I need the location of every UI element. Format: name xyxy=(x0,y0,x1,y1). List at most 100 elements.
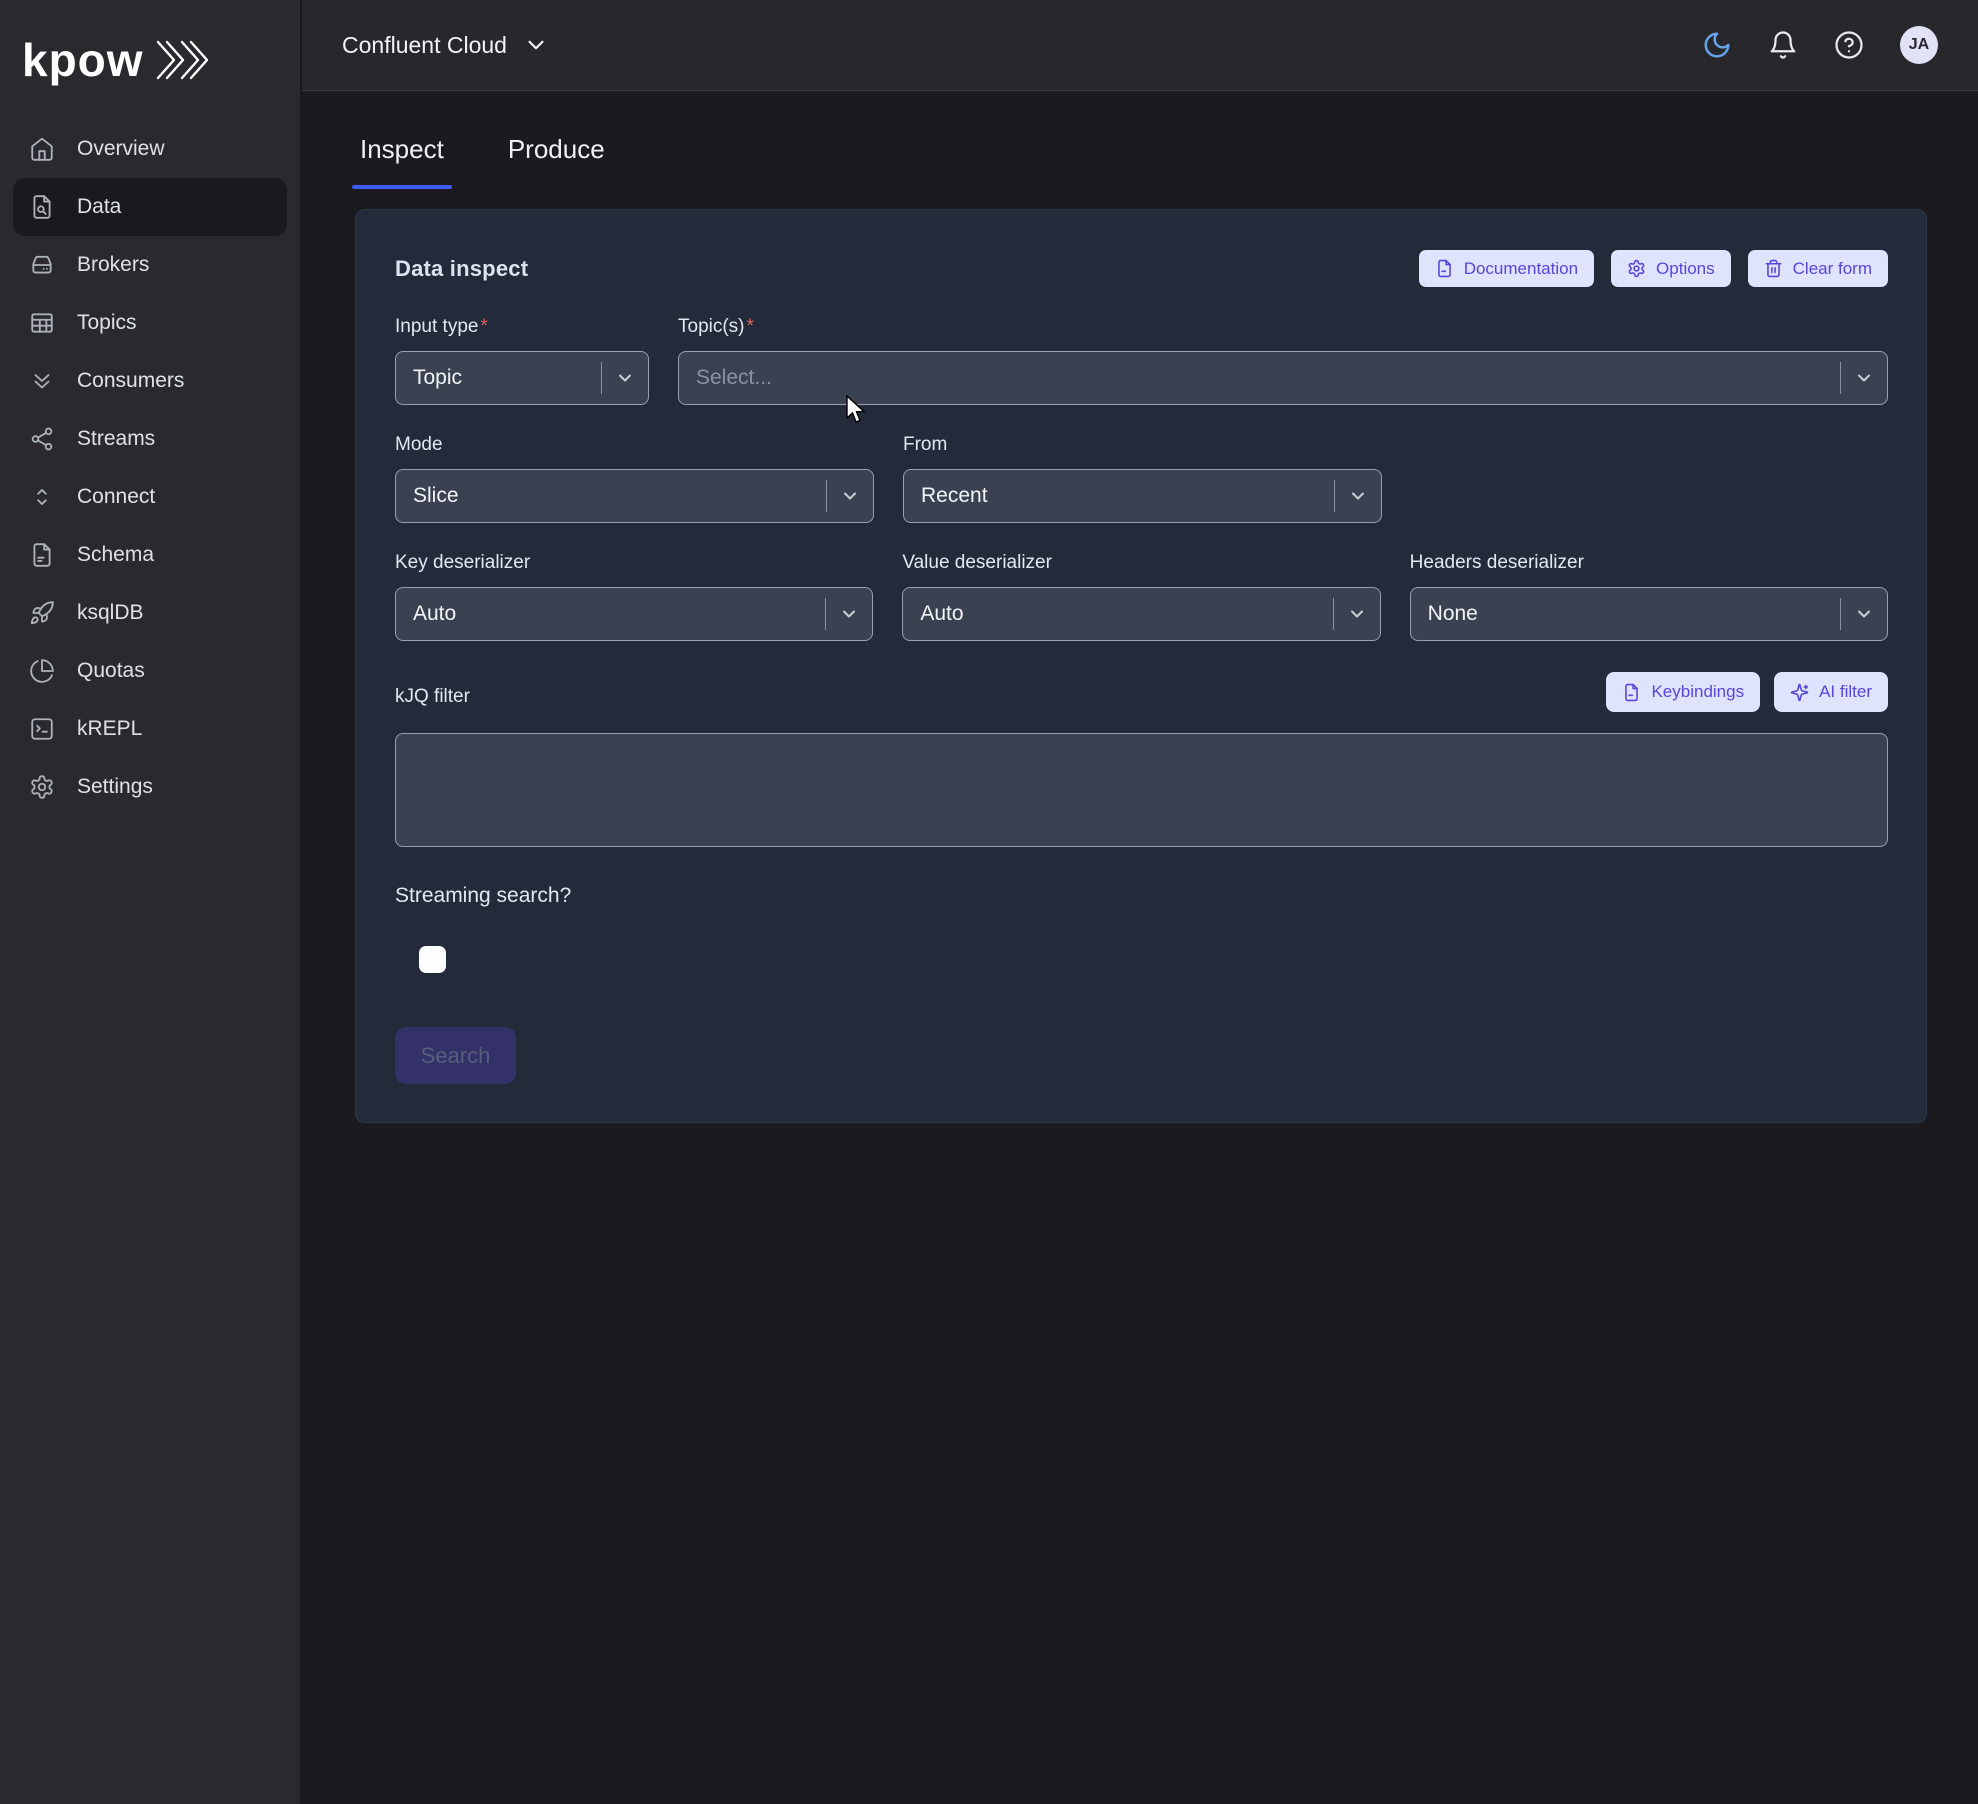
chevrons-down-icon xyxy=(29,368,55,394)
mode-value: Slice xyxy=(413,484,826,508)
chevrons-up-down-icon xyxy=(29,484,55,510)
ai-filter-label: AI filter xyxy=(1819,682,1872,702)
sidebar-nav: Overview Data Brokers Topics Consumers xyxy=(0,120,300,816)
gear-icon xyxy=(29,774,55,800)
sidebar-item-settings[interactable]: Settings xyxy=(13,758,287,816)
from-label: From xyxy=(903,434,1382,456)
kpow-logo-chevrons-icon xyxy=(154,38,208,82)
help-icon[interactable] xyxy=(1834,30,1864,60)
sidebar-item-label: Quotas xyxy=(77,659,145,683)
sidebar-item-label: Brokers xyxy=(77,253,149,277)
document-icon xyxy=(1435,259,1454,278)
value-deserializer-value: Auto xyxy=(920,602,1332,626)
chevron-down-icon xyxy=(1334,604,1380,624)
sidebar-item-overview[interactable]: Overview xyxy=(13,120,287,178)
value-deserializer-select[interactable]: Auto xyxy=(902,587,1380,641)
mode-label: Mode xyxy=(395,434,874,456)
search-button[interactable]: Search xyxy=(395,1027,516,1084)
data-inspect-card: Data inspect Documentation Options xyxy=(355,209,1927,1123)
topbar: Confluent Cloud JA xyxy=(302,0,1978,91)
sidebar-item-quotas[interactable]: Quotas xyxy=(13,642,287,700)
clear-form-label: Clear form xyxy=(1793,259,1872,279)
headers-deserializer-select[interactable]: None xyxy=(1410,587,1888,641)
card-actions: Documentation Options Clear form xyxy=(1419,250,1888,287)
hard-drive-icon xyxy=(29,252,55,278)
share-icon xyxy=(29,426,55,452)
environment-name: Confluent Cloud xyxy=(342,32,507,59)
mode-select[interactable]: Slice xyxy=(395,469,874,523)
sidebar-item-label: Consumers xyxy=(77,369,184,393)
documentation-label: Documentation xyxy=(1464,259,1578,279)
card-title: Data inspect xyxy=(395,256,528,282)
sidebar-item-label: Settings xyxy=(77,775,153,799)
sidebar: kpow Overview Data Brokers xyxy=(0,0,302,1804)
sidebar-item-data[interactable]: Data xyxy=(13,178,287,236)
kpow-logo[interactable]: kpow xyxy=(0,0,300,92)
sidebar-item-ksqldb[interactable]: ksqlDB xyxy=(13,584,287,642)
ai-filter-button[interactable]: AI filter xyxy=(1774,672,1888,712)
sidebar-item-label: ksqlDB xyxy=(77,601,144,625)
sidebar-item-label: Connect xyxy=(77,485,155,509)
data-tabs: Inspect Produce xyxy=(302,92,1978,189)
documentation-button[interactable]: Documentation xyxy=(1419,250,1594,287)
file-text-icon xyxy=(29,542,55,568)
value-deserializer-label: Value deserializer xyxy=(902,552,1380,574)
kjq-filter-input[interactable] xyxy=(395,733,1888,847)
sidebar-item-krepl[interactable]: kREPL xyxy=(13,700,287,758)
topics-label: Topic(s)* xyxy=(678,316,1888,338)
keybindings-label: Keybindings xyxy=(1651,682,1744,702)
tab-label: Produce xyxy=(508,134,605,164)
topics-multiselect[interactable]: Select... xyxy=(678,351,1888,405)
clear-form-button[interactable]: Clear form xyxy=(1748,250,1888,287)
chevron-down-icon xyxy=(602,368,648,388)
chevron-down-icon xyxy=(523,32,549,58)
file-search-icon xyxy=(29,194,55,220)
input-type-label: Input type* xyxy=(395,316,649,338)
keybindings-button[interactable]: Keybindings xyxy=(1606,672,1760,712)
environment-selector[interactable]: Confluent Cloud xyxy=(342,32,549,59)
sidebar-item-brokers[interactable]: Brokers xyxy=(13,236,287,294)
headers-deserializer-value: None xyxy=(1428,602,1840,626)
kpow-logo-text: kpow xyxy=(22,37,144,83)
avatar-initials: JA xyxy=(1909,36,1929,54)
sidebar-item-label: Topics xyxy=(77,311,137,335)
sidebar-item-schema[interactable]: Schema xyxy=(13,526,287,584)
sidebar-item-consumers[interactable]: Consumers xyxy=(13,352,287,410)
dark-mode-toggle-moon-icon[interactable] xyxy=(1702,30,1732,60)
sidebar-item-label: kREPL xyxy=(77,717,142,741)
sidebar-item-streams[interactable]: Streams xyxy=(13,410,287,468)
sidebar-item-label: Overview xyxy=(77,137,165,161)
trash-icon xyxy=(1764,259,1783,278)
required-asterisk: * xyxy=(480,316,487,338)
chevron-down-icon xyxy=(1841,368,1887,388)
key-deserializer-label: Key deserializer xyxy=(395,552,873,574)
from-select[interactable]: Recent xyxy=(903,469,1382,523)
table-icon xyxy=(29,310,55,336)
kjq-filter-label: kJQ filter xyxy=(395,686,470,712)
headers-deserializer-label: Headers deserializer xyxy=(1410,552,1888,574)
document-icon xyxy=(1622,683,1641,702)
topics-placeholder: Select... xyxy=(696,366,1840,390)
chevron-down-icon xyxy=(826,604,872,624)
input-type-select[interactable]: Topic xyxy=(395,351,649,405)
key-deserializer-select[interactable]: Auto xyxy=(395,587,873,641)
sparkles-icon xyxy=(1790,683,1809,702)
tab-label: Inspect xyxy=(360,134,444,164)
sidebar-item-connect[interactable]: Connect xyxy=(13,468,287,526)
streaming-search-checkbox[interactable] xyxy=(419,946,446,973)
options-button[interactable]: Options xyxy=(1611,250,1731,287)
from-value: Recent xyxy=(921,484,1334,508)
rocket-icon xyxy=(29,600,55,626)
user-avatar[interactable]: JA xyxy=(1900,26,1938,64)
tab-inspect[interactable]: Inspect xyxy=(360,134,444,189)
topbar-actions: JA xyxy=(1702,26,1938,64)
pie-chart-icon xyxy=(29,658,55,684)
main-content: Inspect Produce Data inspect Documentati… xyxy=(302,92,1978,1804)
options-label: Options xyxy=(1656,259,1715,279)
tab-produce[interactable]: Produce xyxy=(508,134,605,189)
sidebar-item-topics[interactable]: Topics xyxy=(13,294,287,352)
chevron-down-icon xyxy=(1841,604,1887,624)
notifications-bell-icon[interactable] xyxy=(1768,30,1798,60)
required-asterisk: * xyxy=(747,316,754,338)
sidebar-item-label: Data xyxy=(77,195,121,219)
